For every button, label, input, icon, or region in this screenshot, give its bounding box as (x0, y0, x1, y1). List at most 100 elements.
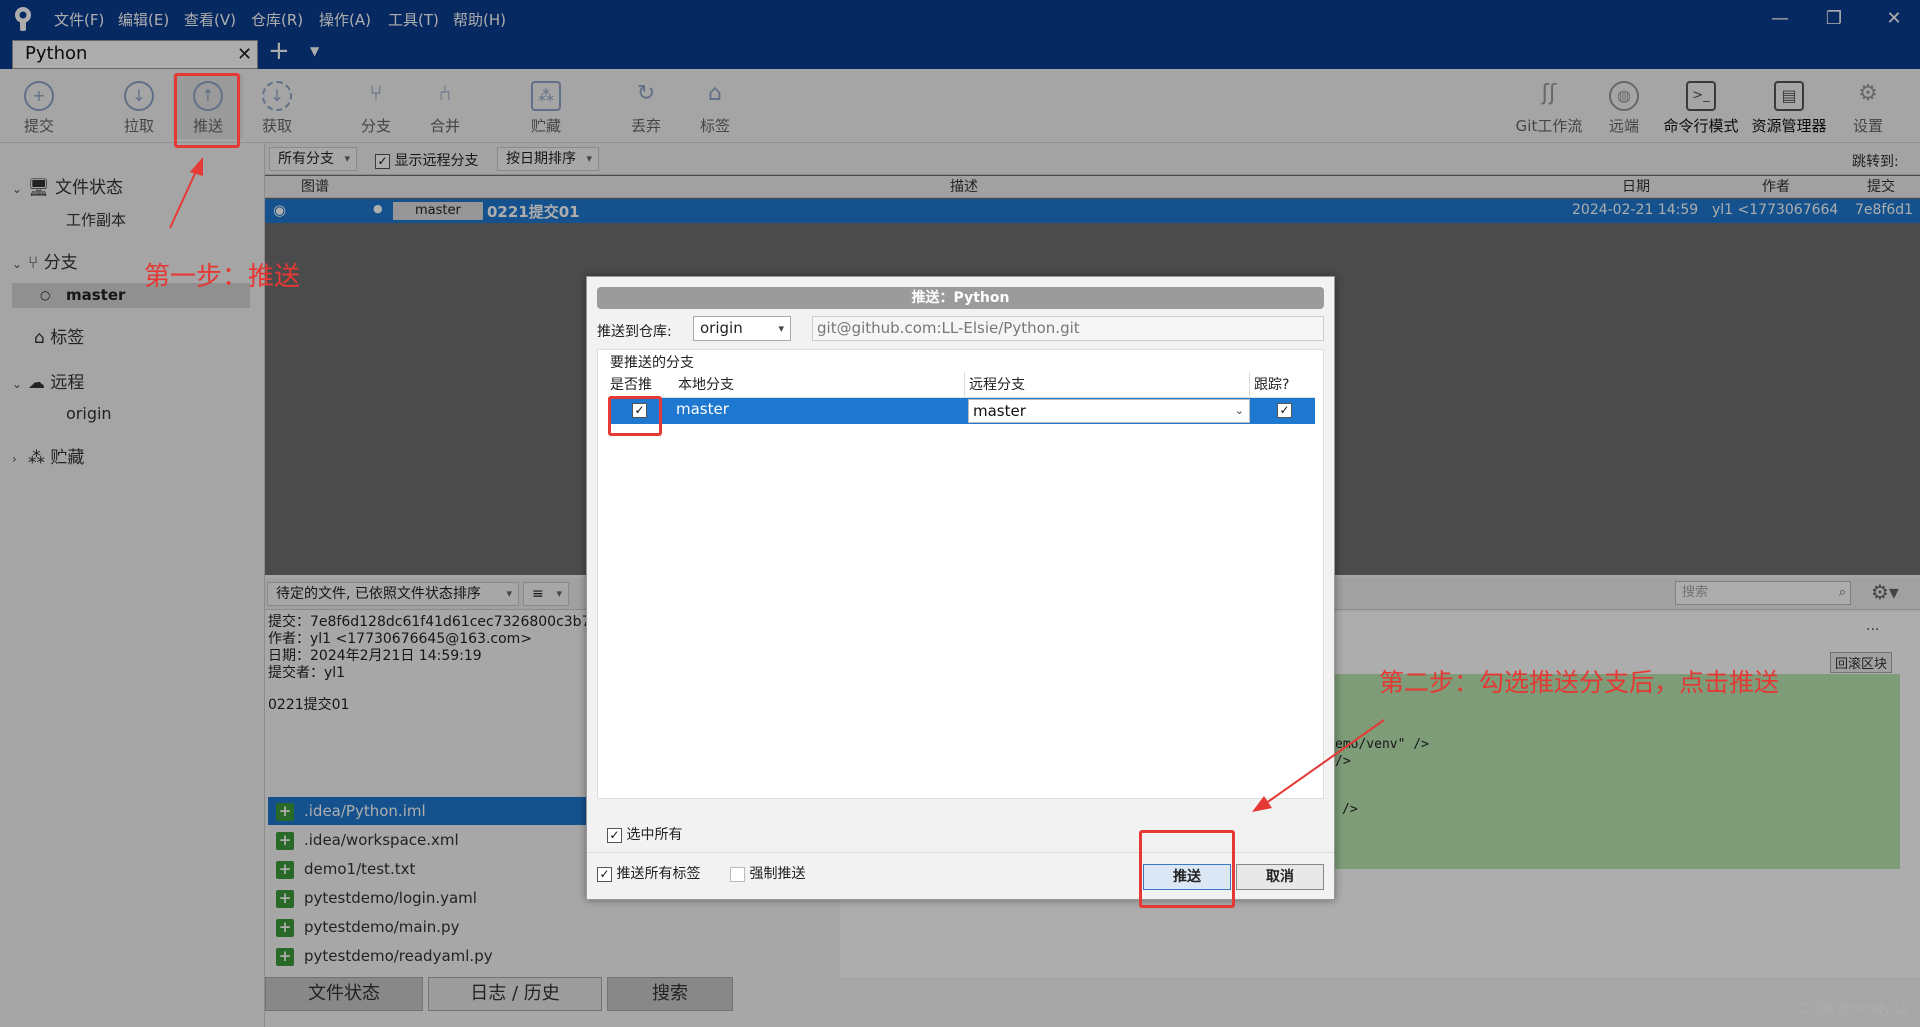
commit-hash: 7e8f6d1 (1855, 202, 1914, 218)
chevron-down-icon[interactable]: ⌄ (12, 182, 28, 196)
rollback-hunk-button[interactable]: 回滚区块 (1830, 652, 1893, 673)
branch-button[interactable]: ⑂ 分支 (341, 75, 411, 139)
sidebar-file-status[interactable]: ⌄ 🖥 文件状态 (12, 173, 123, 198)
tab-dropdown-icon[interactable]: ▼ (310, 44, 319, 58)
remote-button[interactable]: ◍ 远端 (1589, 75, 1659, 139)
menu-action[interactable]: 操作(A) (319, 9, 371, 30)
sidebar-branches[interactable]: ⌄ ⑂ 分支 (12, 248, 78, 273)
tag-button[interactable]: ⌂ 标签 (680, 75, 750, 139)
col-push: 是否推 (610, 377, 652, 393)
file-row[interactable]: + demo1/test.txt (268, 855, 588, 883)
file-row[interactable]: + .idea/Python.iml (268, 797, 588, 825)
added-file-icon: + (276, 802, 294, 821)
branch-row-master[interactable]: ✓ master master ⌄ ✓ (608, 398, 1315, 424)
show-remote-checkbox[interactable]: ✓ (375, 153, 390, 169)
select-all-toggle[interactable]: ✓ 选中所有 (607, 824, 682, 844)
tab-bar: Python ✕ + ▼ (0, 36, 1920, 69)
push-branch-checkbox[interactable]: ✓ (632, 403, 647, 418)
annotation-step1: 第一步：推送 (144, 262, 301, 292)
pending-sort-select[interactable]: 待定的文件, 已依照文件状态排序 (267, 582, 519, 606)
minimize-icon[interactable]: — (1760, 4, 1800, 34)
chevron-down-icon[interactable]: ⌄ (12, 257, 28, 271)
menu-help[interactable]: 帮助(H) (453, 9, 506, 30)
globe-icon: ◍ (1609, 81, 1639, 111)
file-row[interactable]: + pytestdemo/readyaml.py (268, 942, 588, 970)
cloud-icon: ☁ (28, 373, 45, 393)
cancel-button[interactable]: 取消 (1236, 864, 1324, 890)
push-ok-button[interactable]: 推送 (1143, 864, 1231, 890)
new-tab-icon[interactable]: + (268, 36, 290, 66)
gitflow-icon: ʃʃ (1541, 81, 1557, 106)
chevron-down-icon[interactable]: ⌄ (12, 377, 28, 391)
select-all-checkbox[interactable]: ✓ (607, 827, 622, 843)
push-to-label: 推送到仓库: (597, 324, 672, 340)
sidebar-item-origin[interactable]: origin (66, 404, 112, 423)
added-file-icon: + (276, 889, 294, 908)
chevron-right-icon[interactable]: › (12, 452, 28, 466)
explorer-button[interactable]: ▤ 资源管理器 (1746, 75, 1832, 139)
fetch-dashed-circle-icon: ↓ (262, 81, 292, 111)
branches-group: 要推送的分支 是否推 本地分支 远程分支 跟踪? ✓ master master… (597, 349, 1324, 799)
list-view-select[interactable]: ≡ (523, 582, 569, 606)
sort-select[interactable]: 按日期排序 (497, 147, 599, 171)
tag-icon: ⌂ (708, 81, 722, 106)
watermark: CSDN @cendy-LL (1797, 1002, 1910, 1017)
tab-close-icon[interactable]: ✕ (237, 44, 252, 65)
col-desc: 描述 (950, 179, 978, 195)
col-date: 日期 (1622, 179, 1650, 195)
gitflow-button[interactable]: ʃʃ Git工作流 (1507, 75, 1591, 139)
branch-icon: ⑂ (28, 253, 39, 273)
pane-settings-icon[interactable]: ⚙▾ (1871, 580, 1899, 604)
commit-row[interactable]: ◉ ● master 0221提交01 2024-02-21 14:59 yl1… (265, 199, 1920, 223)
file-row[interactable]: + pytestdemo/main.py (268, 913, 588, 941)
diff-more-icon[interactable]: ··· (1866, 622, 1879, 638)
track-checkbox[interactable]: ✓ (1277, 403, 1292, 418)
remote-select[interactable]: origin ▾ (693, 316, 791, 341)
menu-tools[interactable]: 工具(T) (388, 9, 439, 30)
tab-search[interactable]: 搜索 (607, 977, 733, 1011)
menu-repo[interactable]: 仓库(R) (251, 9, 303, 30)
show-remote-toggle[interactable]: ✓ 显示远程分支 (375, 150, 478, 170)
tab-file-status[interactable]: 文件状态 (265, 977, 423, 1011)
remote-branch-select[interactable]: master ⌄ (968, 399, 1250, 423)
merge-button[interactable]: ⑃ 合并 (410, 75, 480, 139)
push-dialog: 推送：Python 推送到仓库: origin ▾ git@github.com… (586, 276, 1335, 900)
remote-url-field[interactable]: git@github.com:LL-Elsie/Python.git (812, 316, 1324, 341)
push-button[interactable]: ↑ 推送 (173, 75, 243, 139)
tab-python[interactable]: Python ✕ (12, 40, 258, 69)
discard-button[interactable]: ↻ 丢弃 (611, 75, 681, 139)
menu-view[interactable]: 查看(V) (184, 9, 236, 30)
download-circle-icon: ↓ (124, 81, 154, 111)
jump-to-label: 跳转到: (1852, 154, 1899, 170)
force-push-checkbox[interactable] (730, 866, 745, 882)
restore-icon[interactable]: ❐ (1814, 4, 1854, 34)
push-tags-checkbox[interactable]: ✓ (597, 866, 612, 882)
filter-bar: 所有分支 ✓ 显示远程分支 按日期排序 跳转到: (265, 143, 1920, 175)
close-window-icon[interactable]: ✕ (1874, 4, 1914, 34)
stash-icon: ⁂ (28, 448, 45, 468)
branch-filter-select[interactable]: 所有分支 (269, 147, 357, 171)
search-input[interactable]: 搜索 ⌕ (1675, 581, 1851, 605)
dialog-title: 推送：Python (597, 287, 1324, 309)
push-tags-toggle[interactable]: ✓ 推送所有标签 (597, 863, 700, 883)
commit-button[interactable]: + 提交 (4, 75, 74, 139)
sidebar-remotes[interactable]: ⌄ ☁ 远程 (12, 368, 84, 393)
annotation-step2: 第二步：勾选推送分支后，点击推送 (1379, 668, 1780, 697)
pull-button[interactable]: ↓ 拉取 (104, 75, 174, 139)
fetch-button[interactable]: ↓ 获取 (242, 75, 312, 139)
tab-log-history[interactable]: 日志 / 历史 (428, 977, 602, 1011)
sidebar-tags[interactable]: ⌂ 标签 (34, 323, 84, 348)
terminal-button[interactable]: >_ 命令行模式 (1658, 75, 1744, 139)
tag-icon: ⌂ (34, 328, 45, 348)
file-row[interactable]: + .idea/workspace.xml (268, 826, 588, 854)
file-row[interactable]: + pytestdemo/login.yaml (268, 884, 588, 912)
settings-button[interactable]: ⚙ 设置 (1833, 75, 1903, 139)
stash-button[interactable]: ⁂ 贮藏 (511, 75, 581, 139)
force-push-toggle[interactable]: 强制推送 (730, 863, 805, 883)
sidebar-stashes[interactable]: › ⁂ 贮藏 (12, 443, 84, 468)
menu-edit[interactable]: 编辑(E) (118, 9, 169, 30)
commit-message: 0221提交01 (487, 203, 580, 221)
sidebar-item-working-copy[interactable]: 工作副本 (66, 209, 126, 230)
menu-file[interactable]: 文件(F) (54, 9, 104, 30)
commit-list-header: 图谱 描述 日期 作者 提交 (265, 176, 1920, 198)
